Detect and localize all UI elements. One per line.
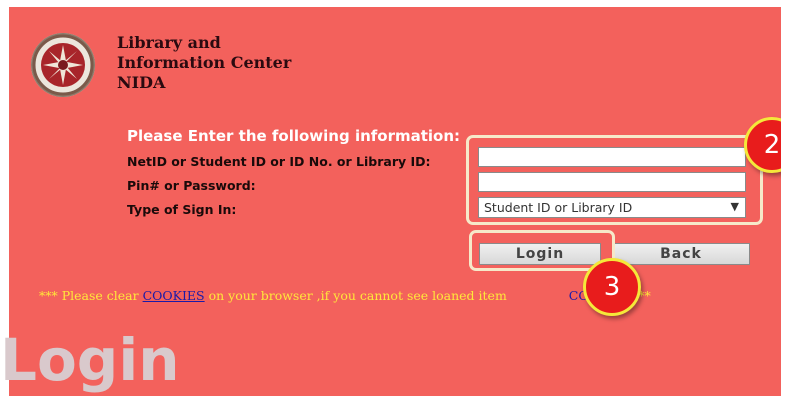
pin-field-label: Pin# or Password: [127, 178, 256, 193]
library-name-line2: Information Center [117, 53, 292, 72]
nida-seal-icon [31, 33, 95, 97]
id-field-label: NetID or Student ID or ID No. or Library… [127, 154, 431, 169]
signin-type-label: Type of Sign In: [127, 202, 237, 217]
notice-text-1: *** Please clear [39, 288, 143, 303]
step-badge-3: 3 [583, 258, 641, 316]
library-name: Library and Information Center NIDA [117, 33, 291, 93]
form-highlight-box [466, 135, 763, 225]
form-prompt: Please Enter the following information: [127, 127, 461, 145]
cookies-link[interactable]: COOKIES [143, 288, 205, 303]
cookie-notice: *** Please clear COOKIES on your browser… [39, 288, 651, 303]
library-name-line1: Library and [117, 33, 221, 52]
page-title: Login [0, 326, 180, 394]
notice-text-2: on your browser ,if you cannot see loane… [204, 288, 507, 303]
library-name-line3: NIDA [117, 73, 166, 92]
back-button[interactable]: Back [612, 243, 750, 265]
